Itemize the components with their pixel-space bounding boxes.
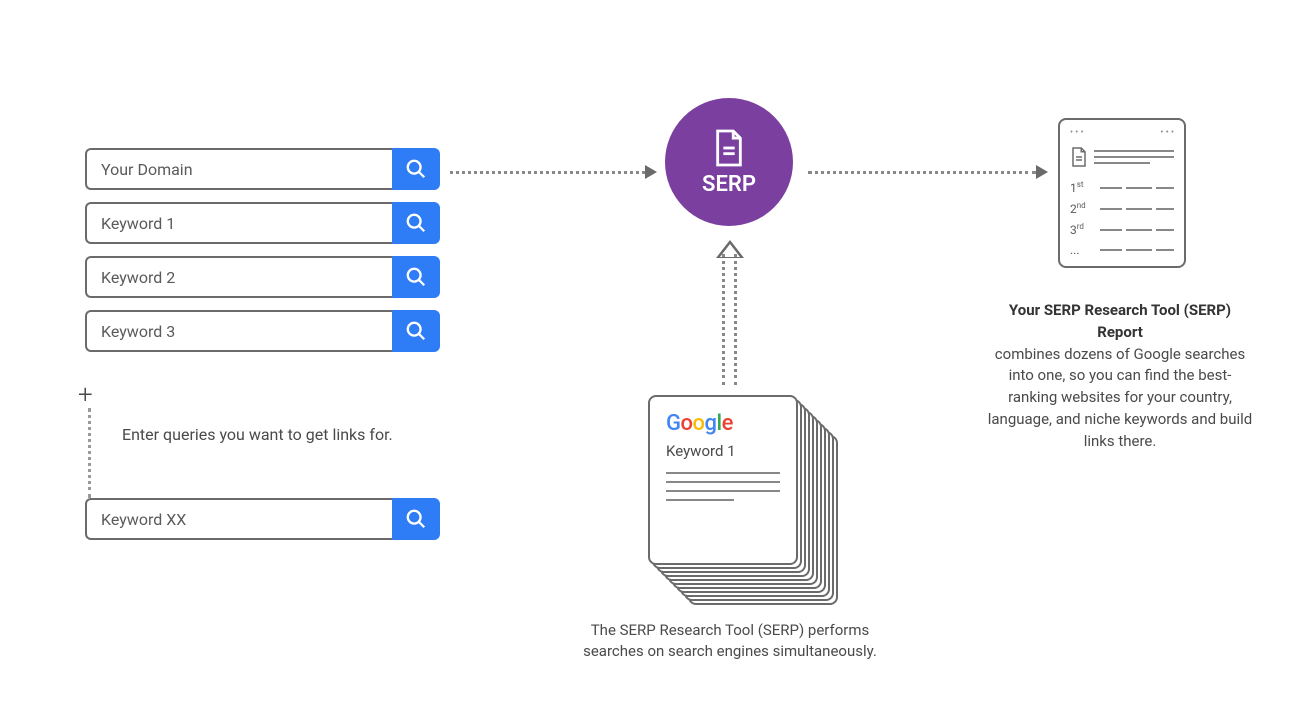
search-icon: [405, 320, 427, 342]
google-caption: The SERP Research Tool (SERP) performs s…: [580, 620, 880, 662]
report-title: Your SERP Research Tool (SERP) Report: [1009, 301, 1231, 341]
keyword2-search-row: Keyword 2: [85, 256, 440, 298]
domain-search-button[interactable]: [392, 148, 440, 190]
vertical-dots-connector: [88, 408, 91, 498]
serp-label: SERP: [702, 172, 756, 197]
google-card-keyword: Keyword 1: [666, 442, 780, 460]
keywordxx-input[interactable]: Keyword XX: [85, 498, 392, 540]
google-results-stack: Google Keyword 1: [640, 395, 835, 595]
google-result-card: Google Keyword 1: [648, 395, 798, 565]
report-caption: Your SERP Research Tool (SERP) Report co…: [985, 300, 1255, 452]
arrow-google-to-serp: [718, 240, 742, 385]
keyword2-input[interactable]: Keyword 2: [85, 256, 392, 298]
query-hint-text: Enter queries you want to get links for.: [122, 425, 393, 444]
serp-node: SERP: [665, 98, 793, 226]
rank-row-2: 2nd: [1070, 201, 1174, 216]
google-logo: Google: [666, 411, 780, 436]
keyword2-search-button[interactable]: [392, 256, 440, 298]
keyword1-search-button[interactable]: [392, 202, 440, 244]
rank-row-3: 3rd: [1070, 222, 1174, 237]
report-preview: • • •• • • 1st 2nd 3rd ...: [1058, 118, 1186, 268]
search-inputs-group: Your Domain Keyword 1 Keyword 2 Keyword …: [85, 148, 440, 364]
keyword3-search-button[interactable]: [392, 310, 440, 352]
keyword3-search-row: Keyword 3: [85, 310, 440, 352]
arrow-inputs-to-serp: [450, 165, 657, 179]
domain-search-row: Your Domain: [85, 148, 440, 190]
document-icon: [712, 128, 746, 168]
keywordxx-search-row: Keyword XX: [85, 498, 440, 540]
search-icon: [405, 508, 427, 530]
keyword1-search-row: Keyword 1: [85, 202, 440, 244]
search-icon: [405, 266, 427, 288]
keywordxx-search-button[interactable]: [392, 498, 440, 540]
report-body: combines dozens of Google searches into …: [988, 345, 1253, 450]
report-top-dots: • • •• • •: [1070, 128, 1174, 138]
domain-input[interactable]: Your Domain: [85, 148, 392, 190]
search-icon: [405, 212, 427, 234]
search-icon: [405, 158, 427, 180]
rank-row-1: 1st: [1070, 180, 1174, 195]
document-icon: [1070, 146, 1088, 172]
plus-icon: +: [78, 380, 93, 410]
arrow-serp-to-report: [808, 165, 1048, 179]
rank-row-more: ...: [1070, 243, 1174, 257]
keyword1-input[interactable]: Keyword 1: [85, 202, 392, 244]
keyword3-input[interactable]: Keyword 3: [85, 310, 392, 352]
